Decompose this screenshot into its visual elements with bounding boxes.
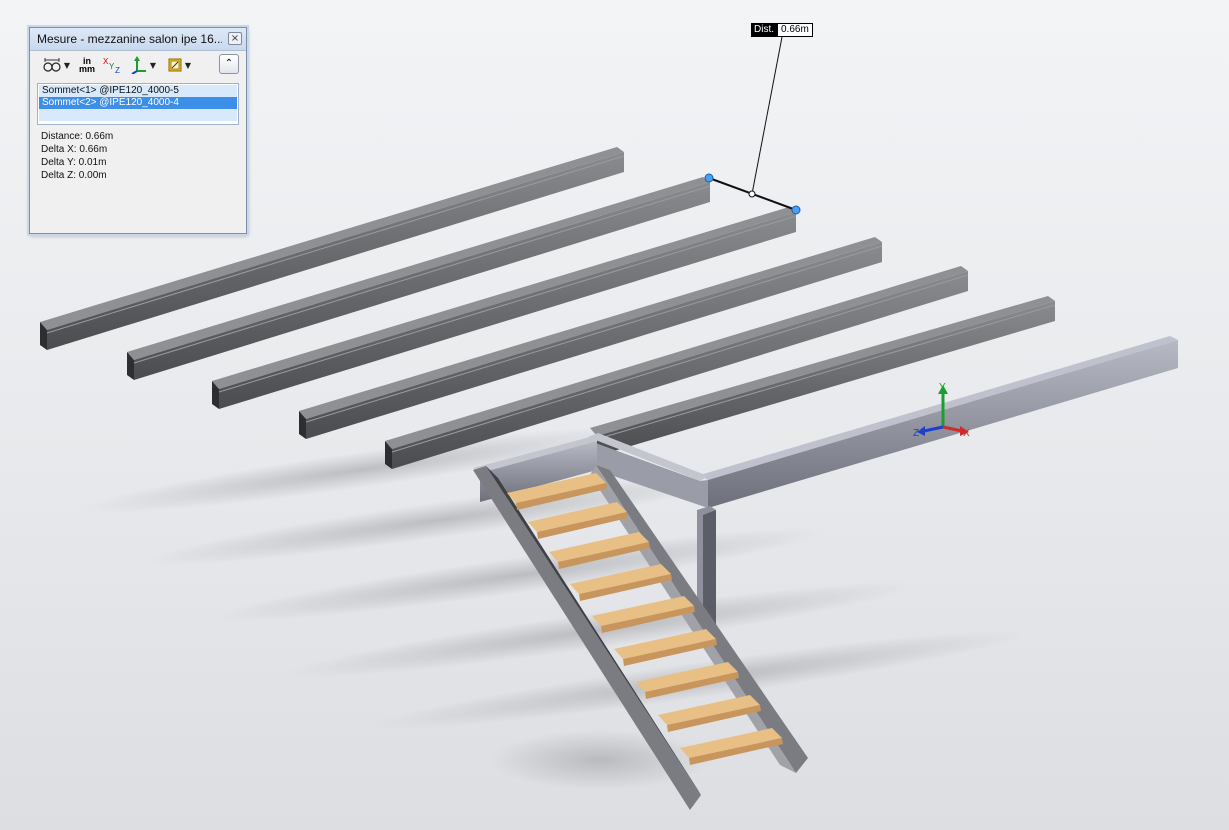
xyz-delta-icon: X Y Z: [103, 57, 120, 74]
stair-tread[interactable]: [680, 728, 783, 765]
xyz-measure-button[interactable]: X Y Z: [101, 54, 123, 76]
measure-history-button[interactable]: ▼: [163, 54, 195, 76]
chevron-down-icon[interactable]: ▼: [185, 61, 191, 70]
vertex-2-marker[interactable]: [791, 205, 801, 215]
result-delta-x: Delta X: 0.66m: [41, 144, 108, 155]
arc-circle-measure-icon: [43, 58, 61, 72]
close-icon[interactable]: ×: [228, 32, 242, 45]
midpoint-marker: [748, 190, 756, 198]
arc-circle-options-button[interactable]: ▼: [39, 54, 73, 76]
callout-value: 0.66m: [777, 23, 813, 37]
distance-callout[interactable]: Dist. 0.66m: [751, 23, 813, 37]
measure-history-icon: [168, 58, 182, 72]
selection-item-empty[interactable]: [39, 109, 237, 121]
measure-dialog[interactable]: Mesure - mezzanine salon ipe 16... × ▼ i…: [29, 27, 247, 234]
projection-axis-icon: [131, 56, 146, 74]
dialog-titlebar[interactable]: Mesure - mezzanine salon ipe 16... ×: [30, 28, 246, 51]
triad-z-label: Z: [913, 428, 919, 439]
measure-results: Distance: 0.66m Delta X: 0.66m Delta Y: …: [41, 130, 113, 182]
vertex-1-marker[interactable]: [704, 173, 714, 183]
chevron-down-icon[interactable]: ▼: [64, 61, 70, 70]
triad-x-label: X: [963, 428, 970, 439]
collapse-chevron-icon[interactable]: ⌃: [219, 54, 239, 74]
chevron-down-icon[interactable]: ▼: [150, 61, 156, 70]
callout-leader-line: [751, 36, 783, 195]
callout-label: Dist.: [751, 23, 777, 37]
result-distance: Distance: 0.66m: [41, 131, 114, 142]
result-delta-y: Delta Y: 0.01m: [41, 157, 107, 168]
dialog-title: Mesure - mezzanine salon ipe 16...: [37, 32, 222, 46]
measure-graphics: [704, 36, 801, 215]
selection-item[interactable]: Sommet<1> @IPE120_4000-5: [39, 85, 237, 97]
triad-y-label: Y: [939, 382, 946, 393]
units-mm-label: mm: [78, 64, 95, 74]
svg-text:Z: Z: [115, 66, 120, 74]
selection-item[interactable]: Sommet<2> @IPE120_4000-4: [39, 97, 237, 109]
dialog-toolbar: ▼ in mm X Y Z ▼ ▼ ⌃: [33, 52, 243, 78]
result-delta-z: Delta Z: 0.00m: [41, 170, 107, 181]
selection-list[interactable]: Sommet<1> @IPE120_4000-5 Sommet<2> @IPE1…: [37, 83, 239, 125]
projection-button[interactable]: ▼: [127, 54, 159, 76]
units-precision-button[interactable]: in mm: [77, 54, 97, 76]
